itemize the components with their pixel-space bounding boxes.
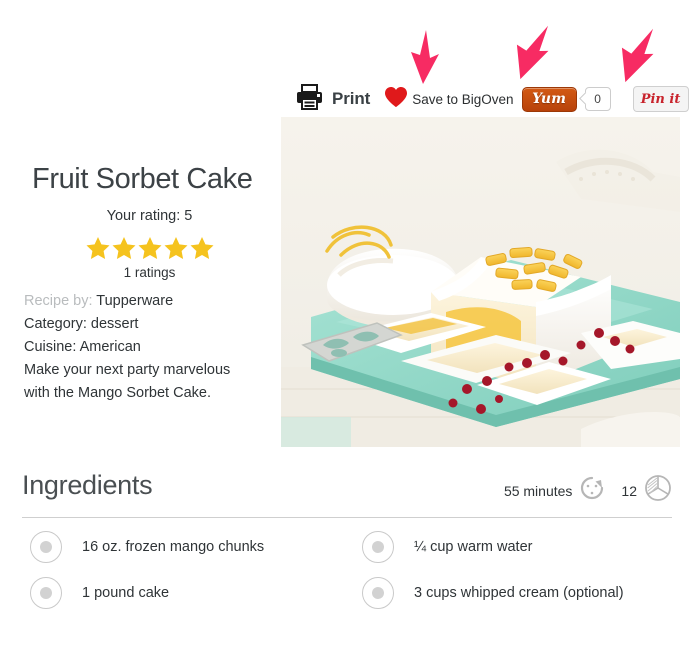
- printer-icon[interactable]: [296, 83, 323, 115]
- arrow-to-save-to-bigoven: [404, 28, 444, 91]
- star-rating[interactable]: [32, 236, 267, 260]
- ingredients-list: 16 oz. frozen mango chunks ¼ cup warm wa…: [22, 524, 674, 616]
- servings-pie-icon: [644, 474, 672, 507]
- total-time-value: 55 minutes: [503, 482, 573, 499]
- category-row: Category: dessert: [24, 316, 139, 332]
- print-label[interactable]: Print: [332, 89, 370, 109]
- page-title: Fruit Sorbet Cake: [32, 163, 253, 195]
- ingredient-label: 1 pound cake: [82, 585, 170, 601]
- ingredients-divider: [22, 517, 672, 518]
- description-line-1: Make your next party marvelous: [24, 362, 231, 378]
- yum-count-badge: 0: [584, 87, 611, 111]
- ingredient-checkbox[interactable]: [362, 531, 394, 563]
- recipe-by-value[interactable]: Tupperware: [96, 293, 173, 309]
- pin-it-button[interactable]: Pin it: [632, 86, 689, 112]
- list-item[interactable]: ¼ cup warm water: [354, 524, 674, 570]
- timer-icon: [579, 475, 605, 506]
- servings-value: 12: [621, 482, 637, 499]
- yum-button[interactable]: Yum: [521, 86, 577, 112]
- yum-count-value: 0: [594, 92, 601, 106]
- yum-button-label: Yum: [532, 91, 566, 107]
- ingredient-label: 16 oz. frozen mango chunks: [82, 539, 265, 555]
- heart-icon[interactable]: [384, 86, 408, 113]
- ingredient-checkbox[interactable]: [30, 531, 62, 563]
- ingredient-checkbox[interactable]: [30, 577, 62, 609]
- ingredient-checkbox[interactable]: [362, 577, 394, 609]
- list-item[interactable]: 3 cups whipped cream (optional): [354, 570, 674, 616]
- save-to-bigoven-label[interactable]: Save to BigOven: [412, 92, 513, 107]
- recipe-by-row: Recipe by: Tupperware: [24, 290, 274, 313]
- list-item[interactable]: 1 pound cake: [22, 570, 342, 616]
- description-line-2: with the Mango Sorbet Cake.: [24, 385, 211, 401]
- recipe-meta-list: Recipe by: Tupperware Category: dessert …: [24, 290, 274, 405]
- recipe-by-label: Recipe by:: [24, 293, 93, 309]
- recipe-facts: 55 minutes 12: [504, 474, 672, 507]
- ingredients-heading: Ingredients: [22, 470, 153, 500]
- ratings-count: 1 ratings: [123, 265, 176, 280]
- share-action-bar: Print Save to BigOven Yum 0 Pin it: [296, 83, 689, 115]
- list-item[interactable]: 16 oz. frozen mango chunks: [22, 524, 342, 570]
- cuisine-row: Cuisine: American: [24, 339, 141, 355]
- ingredient-label: 3 cups whipped cream (optional): [414, 585, 624, 601]
- ingredient-label: ¼ cup warm water: [414, 539, 533, 555]
- fruit-sorbet-cake-photo: [281, 117, 680, 447]
- pin-it-label: Pin it: [640, 91, 681, 107]
- your-rating-label: Your rating: 5: [106, 208, 193, 224]
- arrow-to-yum-button: [509, 22, 551, 91]
